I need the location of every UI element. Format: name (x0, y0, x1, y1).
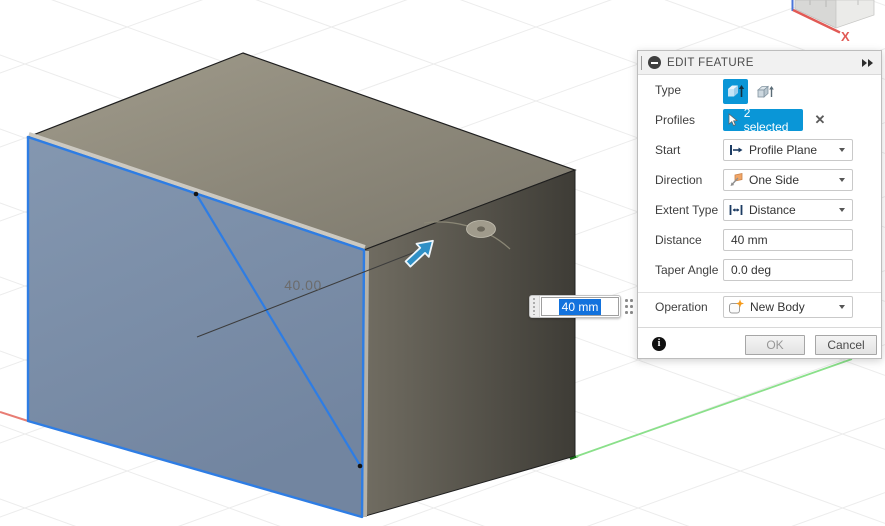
distance-inline-input[interactable]: 40 mm (541, 297, 619, 316)
chevron-down-icon (839, 148, 845, 152)
cursor-icon (728, 113, 739, 127)
type-label: Type (655, 78, 681, 102)
manipulator-value-box: 40 mm (529, 295, 621, 318)
row-profiles: Profiles 2 selected ✕ (638, 108, 881, 132)
chevron-down-icon (839, 305, 845, 309)
operation-dropdown[interactable]: New Body (723, 296, 853, 318)
extrude-thin-button[interactable] (753, 79, 778, 104)
profiles-label: Profiles (655, 108, 695, 132)
start-label: Start (655, 138, 680, 162)
clear-selection-icon[interactable]: ✕ (809, 109, 831, 131)
distance-label: Distance (655, 228, 702, 252)
row-operation: Operation New Body (638, 295, 881, 319)
extent-type-dropdown[interactable]: Distance (723, 199, 853, 221)
direction-value: One Side (749, 173, 834, 187)
section-divider (638, 292, 881, 293)
dialog-footer: OK Cancel (638, 327, 881, 358)
value-box-drag-grip[interactable] (530, 296, 540, 317)
edit-feature-dialog: EDIT FEATURE Type (637, 50, 882, 359)
operation-label: Operation (655, 295, 708, 319)
info-icon[interactable] (652, 337, 666, 351)
chevron-down-icon (839, 178, 845, 182)
extrude-thin-icon (756, 82, 775, 101)
x-axis (0, 412, 28, 421)
extent-type-value: Distance (749, 203, 834, 217)
dialog-title: EDIT FEATURE (667, 57, 754, 69)
viewcube[interactable]: X (793, 0, 875, 44)
collapse-circle-icon[interactable] (648, 56, 661, 69)
direction-label: Direction (655, 168, 702, 192)
row-distance: Distance 40 mm (638, 228, 881, 252)
taper-angle-label: Taper Angle (655, 258, 718, 282)
viewcube-x-label: X (841, 29, 850, 44)
direction-dropdown[interactable]: One Side (723, 169, 853, 191)
value-box-options-handle[interactable] (625, 299, 633, 314)
distance-value: 40 mm (731, 233, 768, 247)
profiles-selection-button[interactable]: 2 selected (723, 109, 803, 131)
profiles-count: 2 selected (744, 106, 797, 134)
distance-extent-icon (728, 202, 744, 218)
chevron-down-icon (839, 208, 845, 212)
extrude-solid-button[interactable] (723, 79, 748, 104)
fusion-viewport: 40.00 X 40 mm (0, 0, 885, 526)
y-axis (576, 359, 852, 457)
row-extent-type: Extent Type Distance (638, 198, 881, 222)
one-side-icon (728, 172, 744, 188)
distance-input[interactable]: 40 mm (723, 229, 853, 251)
sketch-vertex-top[interactable] (194, 192, 199, 197)
row-start: Start Profile Plane (638, 138, 881, 162)
sketch-vertex-bottom[interactable] (358, 464, 363, 469)
drag-grip-icon[interactable] (641, 56, 642, 70)
viewcube-right-face[interactable] (836, 0, 874, 28)
dock-arrows-icon[interactable] (862, 59, 873, 67)
row-direction: Direction One Side (638, 168, 881, 192)
row-taper-angle: Taper Angle 0.0 deg (638, 258, 881, 282)
taper-disc-center (477, 226, 485, 231)
new-body-icon (728, 299, 745, 315)
extrude-solid-icon (726, 82, 745, 101)
ok-button[interactable]: OK (745, 335, 805, 355)
taper-angle-value: 0.0 deg (731, 263, 771, 277)
profile-plane-icon (728, 142, 744, 158)
start-value: Profile Plane (749, 143, 834, 157)
dimension-label[interactable]: 40.00 (284, 277, 322, 293)
right-edge-highlight (365, 251, 367, 517)
dialog-header[interactable]: EDIT FEATURE (638, 51, 881, 75)
cancel-button[interactable]: Cancel (815, 335, 877, 355)
row-type: Type (638, 78, 881, 102)
selected-input-text: 40 mm (559, 299, 602, 315)
start-dropdown[interactable]: Profile Plane (723, 139, 853, 161)
taper-angle-input[interactable]: 0.0 deg (723, 259, 853, 281)
operation-value: New Body (750, 300, 834, 314)
extent-type-label: Extent Type (655, 198, 718, 222)
